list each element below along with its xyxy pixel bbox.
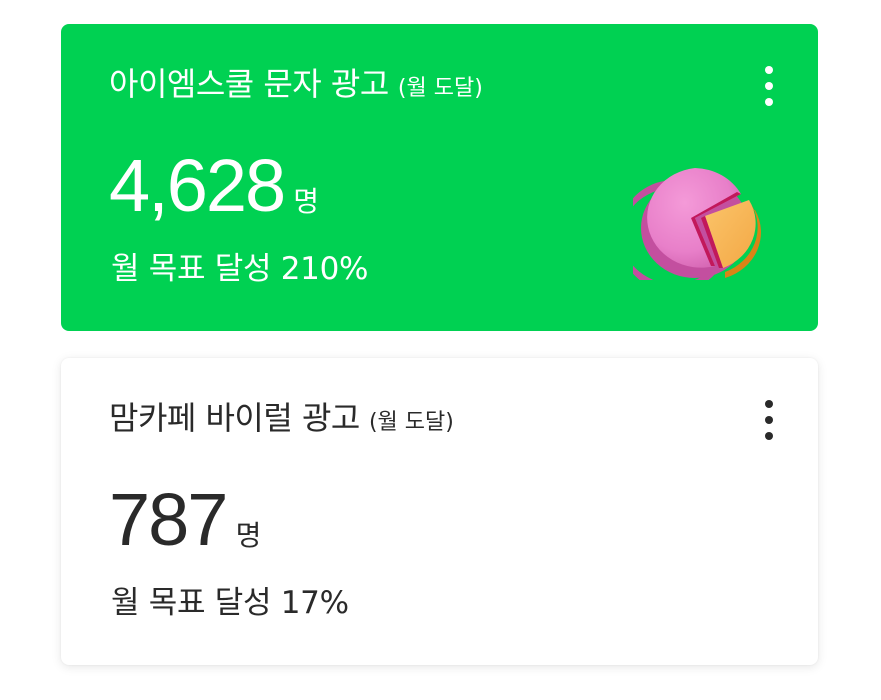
card-subtitle: (월 도달): [368, 410, 454, 435]
metric-unit: 명: [235, 519, 262, 552]
metric-row: 4,628 명: [109, 149, 319, 223]
goal-achievement: 월 목표 달성 17%: [111, 585, 349, 621]
card-header: 맘카페 바이럴 광고 (월 도달): [109, 402, 454, 434]
metric-value: 4,628: [109, 144, 286, 227]
metric-unit: 명: [293, 185, 320, 218]
card-header: 아이엠스쿨 문자 광고 (월 도달): [109, 68, 483, 100]
card-title: 맘카페 바이럴 광고: [109, 399, 360, 437]
pie-chart-icon: [633, 168, 761, 280]
more-vertical-icon[interactable]: [762, 66, 776, 110]
goal-achievement: 월 목표 달성 210%: [111, 251, 369, 287]
stat-card-momcafe[interactable]: 맘카페 바이럴 광고 (월 도달) 787 명 월 목표 달성 17%: [61, 358, 818, 665]
stat-card-iamschool[interactable]: 아이엠스쿨 문자 광고 (월 도달) 4,628 명 월 목표 달성 210%: [61, 24, 818, 331]
metric-row: 787 명: [109, 483, 261, 557]
card-title: 아이엠스쿨 문자 광고: [109, 65, 389, 103]
card-subtitle: (월 도달): [397, 76, 483, 101]
more-vertical-icon[interactable]: [762, 400, 776, 444]
metric-value: 787: [109, 478, 228, 561]
